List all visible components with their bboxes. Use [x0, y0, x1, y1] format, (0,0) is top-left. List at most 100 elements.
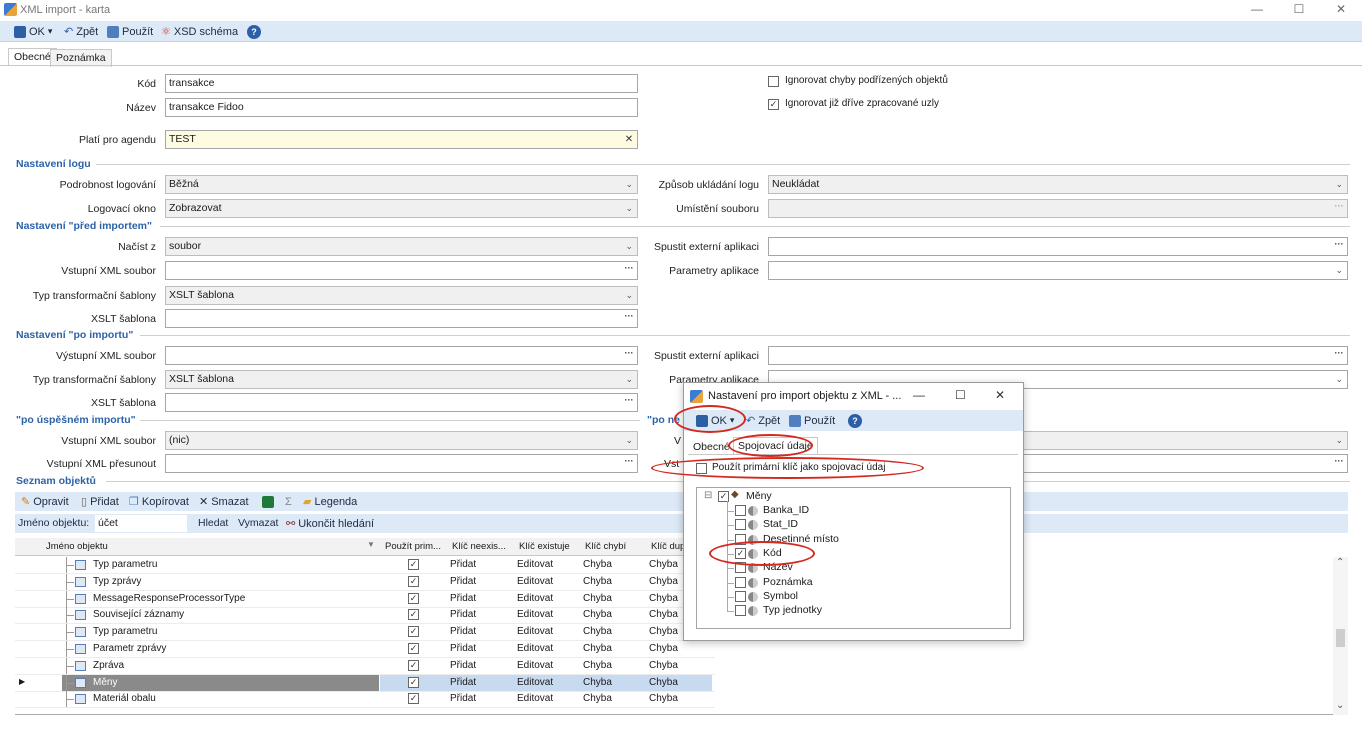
copy-button[interactable]: ❐ Kopírovat	[129, 494, 189, 509]
filter-icon[interactable]: ▼	[367, 540, 375, 549]
vertical-scrollbar[interactable]: ⌃ ⌄	[1333, 557, 1348, 715]
app-params-select[interactable]: ⌄	[768, 261, 1348, 280]
browse-button[interactable]: ···	[1332, 240, 1346, 253]
row-key-exists: Editovat	[517, 592, 554, 604]
input-xml-field[interactable]: ···	[165, 261, 638, 280]
scroll-down-icon[interactable]: ⌄	[1336, 700, 1344, 711]
table-row[interactable]: ✓ Typ parametru Přidat Editovat Chyba Chyba	[15, 624, 715, 642]
tree-collapse-icon[interactable]: ⊟	[704, 490, 712, 501]
find-button[interactable]: Hledat	[198, 517, 228, 529]
row-key-missing: Přidat	[450, 693, 477, 705]
table-row[interactable]: ✓ Související záznamy Přidat Editovat Chyba C…	[15, 607, 715, 625]
table-row[interactable]: ▶ ✓ Měny Přidat Editovat Chyba Chyba	[15, 674, 715, 692]
browse-button[interactable]: ···	[1332, 202, 1346, 215]
ok-button[interactable]: OK ▾	[14, 24, 52, 39]
scroll-thumb[interactable]	[1336, 629, 1345, 647]
legend-button[interactable]: ▰ Legenda	[303, 494, 357, 509]
tree-item-checkbox[interactable]	[735, 505, 746, 516]
failure-input-select[interactable]: ⌄	[1020, 431, 1348, 450]
use-pk-cell-checkbox[interactable]: ✓	[408, 693, 419, 705]
apply-button[interactable]: Použít	[107, 24, 153, 39]
ok-dropdown-icon[interactable]: ▾	[48, 26, 53, 37]
failure-move-field[interactable]: ···	[1020, 454, 1348, 473]
log-window-select[interactable]: Zobrazovat ⌄	[165, 199, 638, 218]
use-pk-cell-checkbox[interactable]: ✓	[408, 626, 419, 638]
output-xml-field[interactable]: ···	[165, 346, 638, 365]
browse-button[interactable]: ···	[622, 312, 636, 325]
column-header-name[interactable]: Jméno objektu	[46, 541, 366, 552]
use-pk-cell-checkbox[interactable]: ✓	[408, 559, 419, 570]
column-header-key-exists[interactable]: Klíč existuje	[519, 541, 581, 552]
clear-icon[interactable]: ✕	[622, 133, 636, 146]
table-row[interactable]: ✓ MessageResponseProcessorType Přidat Edito…	[15, 590, 715, 608]
edit-button[interactable]: ✎ Opravit	[21, 494, 69, 509]
sum-button[interactable]: Σ	[285, 494, 292, 509]
close-button[interactable]: ✕	[1330, 2, 1352, 18]
table-row[interactable]: ✓ Typ parametru Přidat Editovat Chyba Chyba	[15, 557, 715, 574]
apply-icon	[789, 414, 801, 427]
tree-item-checkbox[interactable]	[735, 576, 746, 588]
code-field[interactable]: transakce	[165, 74, 638, 93]
external-app-field[interactable]: ···	[768, 237, 1348, 256]
maximize-button[interactable]: ☐	[1288, 2, 1310, 18]
dialog-help-button[interactable]: ?	[848, 413, 862, 428]
help-button[interactable]: ?	[247, 24, 261, 39]
dialog-tab-general[interactable]: Obecné	[693, 441, 730, 453]
tree-item-checkbox[interactable]	[735, 605, 746, 617]
add-button[interactable]: ▯ Přidat	[81, 494, 119, 509]
use-pk-cell-checkbox[interactable]: ✓	[408, 575, 419, 587]
table-row[interactable]: ✓ Zpráva Přidat Editovat Chyba Chyba	[15, 657, 715, 675]
dialog-close-button[interactable]: ✕	[995, 388, 1005, 402]
after-external-app-field[interactable]: ···	[768, 346, 1348, 365]
dialog-maximize-button[interactable]: ☐	[955, 388, 966, 402]
move-xml-field[interactable]: ···	[165, 454, 638, 473]
use-pk-cell-checkbox[interactable]: ✓	[408, 609, 419, 621]
row-name: Typ parametru	[93, 626, 158, 638]
table-row[interactable]: ✓ Typ zprávy Přidat Editovat Chyba Chyba	[15, 573, 715, 591]
log-detail-select[interactable]: Běžná ⌄	[165, 175, 638, 194]
agenda-value: TEST	[169, 133, 196, 145]
table-row[interactable]: ✓ Parametr zprávy Přidat Editovat Chyba Chyba	[15, 641, 715, 658]
scroll-up-icon[interactable]: ⌃	[1336, 557, 1344, 568]
end-search-button[interactable]: ⚯ Ukončit hledání	[286, 516, 374, 531]
minimize-button[interactable]: —	[1246, 2, 1268, 18]
dialog-minimize-button[interactable]: —	[913, 388, 925, 402]
tree-item-checkbox[interactable]	[735, 590, 746, 602]
browse-button[interactable]: ···	[622, 457, 636, 470]
after-template-type-select[interactable]: XSLT šablona ⌄	[165, 370, 638, 389]
use-pk-cell-checkbox[interactable]: ✓	[408, 592, 419, 604]
success-input-label: Vstupní XML soubor	[61, 435, 156, 447]
ignore-processed-checkbox[interactable]: ✓	[768, 99, 779, 110]
column-header-use-pk[interactable]: Použít prim...	[385, 541, 447, 552]
agenda-field[interactable]: TEST ✕	[165, 130, 638, 149]
browse-button[interactable]: ···	[1332, 457, 1346, 470]
dialog-apply-button[interactable]: Použít	[789, 413, 835, 428]
delete-button[interactable]: ✕ Smazat	[199, 494, 249, 509]
use-pk-cell-checkbox[interactable]: ✓	[408, 643, 419, 654]
dialog-back-button[interactable]: ↶ Zpět	[746, 413, 780, 428]
xsd-schema-button[interactable]: ⚛ XSD schéma	[161, 24, 238, 39]
load-from-select[interactable]: soubor ⌄	[165, 237, 638, 256]
log-file-field[interactable]: ···	[768, 199, 1348, 218]
table-row[interactable]: ✓ Materiál obalu Přidat Editovat Chyba Chyba	[15, 691, 715, 709]
search-input[interactable]: účet	[95, 515, 187, 532]
after-xslt-field[interactable]: ···	[165, 393, 638, 412]
window-title: XML import - karta	[20, 4, 111, 16]
name-field[interactable]: transakce Fidoo	[165, 98, 638, 117]
column-header-key-absent[interactable]: Klíč chybí	[585, 541, 645, 552]
browse-button[interactable]: ···	[1332, 349, 1346, 362]
use-pk-cell-checkbox[interactable]: ✓	[408, 676, 419, 688]
annotation-ellipse	[728, 434, 813, 457]
tree-item-checkbox[interactable]	[735, 519, 746, 531]
column-header-key-missing[interactable]: Klíč neexis...	[452, 541, 512, 552]
clear-search-button[interactable]: Vymazat	[238, 517, 278, 529]
ignore-child-errors-checkbox[interactable]	[768, 76, 779, 87]
use-pk-cell-checkbox[interactable]: ✓	[408, 659, 419, 671]
browse-button[interactable]: ···	[622, 396, 636, 409]
excel-export-button[interactable]	[262, 494, 274, 509]
xslt-template-field[interactable]: ···	[165, 309, 638, 328]
log-save-select[interactable]: Neukládat ⌄	[768, 175, 1348, 194]
back-button[interactable]: ↶ Zpět	[64, 24, 98, 39]
success-input-select[interactable]: (nic) ⌄	[165, 431, 638, 450]
template-type-select[interactable]: XSLT šablona ⌄	[165, 286, 638, 305]
